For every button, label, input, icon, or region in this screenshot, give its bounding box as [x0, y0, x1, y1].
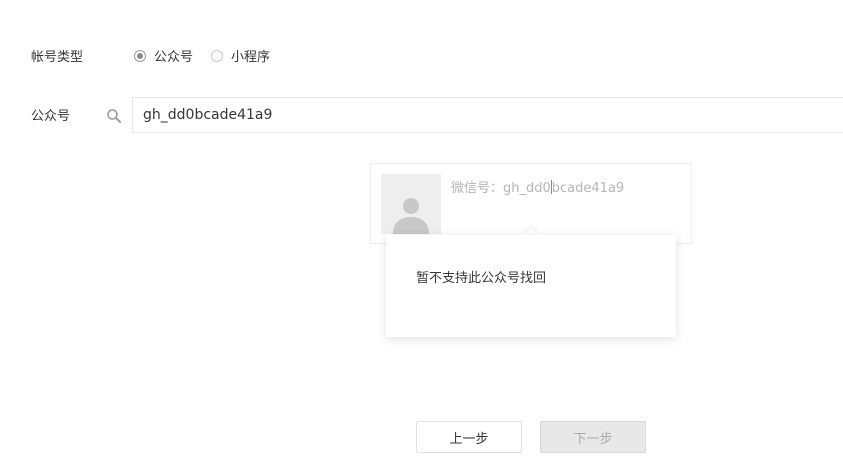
account-search-value: gh_dd0bcade41a9	[143, 107, 273, 123]
search-icon[interactable]	[106, 108, 122, 124]
account-label: 公众号	[31, 109, 71, 124]
next-step-button[interactable]: 下一步	[540, 421, 646, 453]
account-search-input[interactable]: gh_dd0bcade41a9	[132, 97, 843, 133]
radio-unchecked-icon	[211, 49, 224, 62]
account-type-label: 帐号类型	[31, 50, 84, 65]
radio-label-mini-program: 小程序	[231, 50, 271, 65]
wechat-id-prefix: 微信号：gh_dd0	[451, 181, 551, 196]
account-type-radio-group: 公众号 小程序	[134, 46, 288, 65]
prev-step-button[interactable]: 上一步	[416, 421, 522, 453]
unsupported-popover: 暂不支持此公众号找回	[386, 235, 676, 337]
radio-mini-program[interactable]: 小程序	[211, 46, 270, 65]
popover-message: 暂不支持此公众号找回	[416, 271, 547, 286]
radio-official-account[interactable]: 公众号	[134, 46, 193, 65]
wechat-id-suffix: bcade41a9	[551, 181, 625, 196]
wechat-id-text: 微信号：gh_dd0bcade41a9	[451, 177, 624, 196]
radio-checked-icon	[134, 49, 146, 62]
default-avatar-icon	[381, 174, 441, 234]
radio-label-official-account: 公众号	[154, 50, 194, 65]
